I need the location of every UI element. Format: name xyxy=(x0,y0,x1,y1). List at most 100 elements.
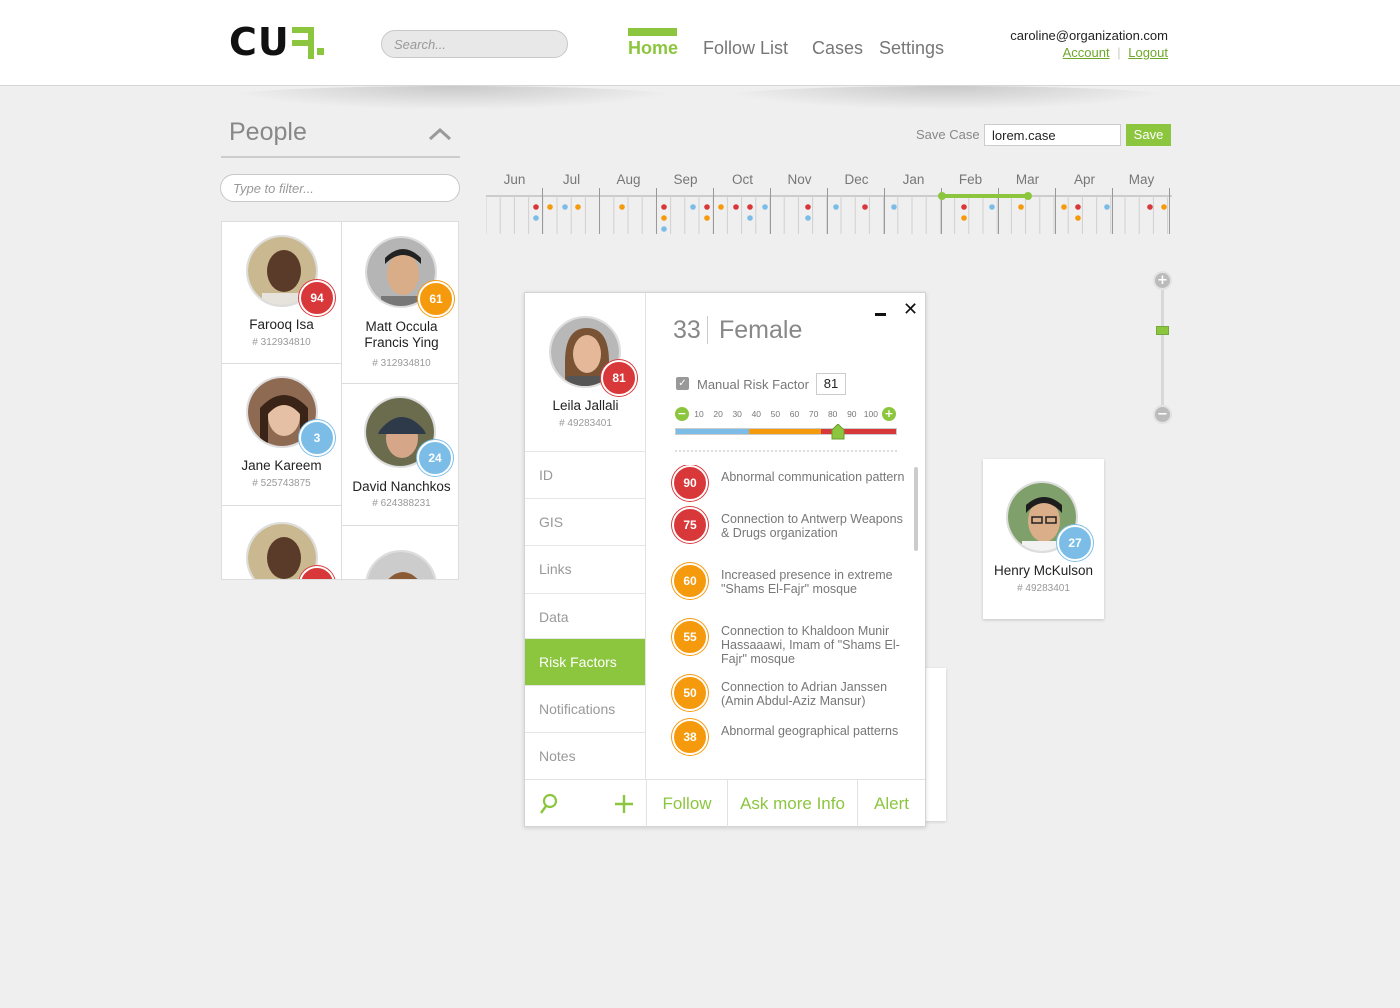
zoom-handle[interactable] xyxy=(1156,326,1169,335)
tab-data[interactable]: Data xyxy=(525,593,645,640)
person-id: # 525743875 xyxy=(252,478,311,489)
timeline-event-dot[interactable] xyxy=(661,226,667,232)
ask-more-info-button[interactable]: Ask more Info xyxy=(727,780,857,827)
tab-risk-factors[interactable]: Risk Factors xyxy=(525,638,645,685)
nav-settings[interactable]: Settings xyxy=(879,38,944,59)
person-card-henry[interactable]: 27 Henry McKulson # 49283401 xyxy=(983,459,1104,619)
timeline-event-dot[interactable] xyxy=(704,204,710,210)
person-name: Leila Jallali xyxy=(552,398,619,413)
risk-factor-item[interactable]: 55 Connection to Khaldoon Munir Hassaaawi… xyxy=(670,619,910,671)
risk-score-badge: 38 xyxy=(672,719,708,755)
timeline-event-dot[interactable] xyxy=(575,204,581,210)
tab-notes[interactable]: Notes xyxy=(525,732,645,779)
risk-score-badge: 75 xyxy=(672,507,708,543)
timeline-event-dot[interactable] xyxy=(1147,204,1153,210)
risk-factor-text: Connection to Antwerp Weapons & Drugs or… xyxy=(721,512,903,540)
person-name: Matt Occula Francis Ying xyxy=(364,319,439,350)
timeline-event-dot[interactable] xyxy=(747,204,753,210)
risk-factor-text: Increased presence in extreme "Shams El-… xyxy=(721,568,893,596)
person-card[interactable]: 24 David Nanchkos # 624388231 xyxy=(342,384,458,526)
minimize-icon[interactable] xyxy=(875,313,886,316)
add-icon[interactable] xyxy=(614,794,634,814)
timeline-event-dot[interactable] xyxy=(805,215,811,221)
search-icon[interactable] xyxy=(539,793,559,815)
risk-decrease-button[interactable]: − xyxy=(675,407,689,421)
zoom-track[interactable] xyxy=(1161,288,1164,406)
nav-follow-list[interactable]: Follow List xyxy=(703,38,788,59)
header-shadow-right xyxy=(712,86,1182,110)
timeline-event-dot[interactable] xyxy=(833,204,839,210)
risk-list-scrollbar[interactable] xyxy=(914,467,918,551)
timeline-event-dot[interactable] xyxy=(562,204,568,210)
risk-scale-bar[interactable] xyxy=(675,428,897,435)
timeline-range-handle[interactable] xyxy=(1024,192,1032,200)
timeline-event-dot[interactable] xyxy=(1075,204,1081,210)
timeline-event-dot[interactable] xyxy=(1061,204,1067,210)
zoom-out-button[interactable]: − xyxy=(1153,405,1172,424)
alert-button[interactable]: Alert xyxy=(857,780,925,827)
risk-factor-item[interactable]: 75 Connection to Antwerp Weapons & Drugs … xyxy=(670,507,910,559)
save-button[interactable]: Save xyxy=(1126,124,1171,146)
timeline-event-dot[interactable] xyxy=(1018,204,1024,210)
case-name-input[interactable]: lorem.case xyxy=(984,124,1121,146)
timeline-range-handle[interactable] xyxy=(938,192,946,200)
people-filter-input[interactable]: Type to filter... xyxy=(220,174,460,202)
timeline-event-dot[interactable] xyxy=(762,204,768,210)
timeline-event-dot[interactable] xyxy=(862,204,868,210)
person-card[interactable]: 94 Farooq Isa # 312934810 xyxy=(222,222,341,364)
risk-increase-button[interactable]: + xyxy=(882,407,896,421)
timeline-event-dot[interactable] xyxy=(704,215,710,221)
risk-factor-list[interactable]: 90 Abnormal communication pattern 75 Connec… xyxy=(670,465,915,775)
person-card[interactable]: 3 Jane Kareem # 525743875 xyxy=(222,364,341,506)
timeline-event-dot[interactable] xyxy=(1161,204,1167,210)
timeline-event-dot[interactable] xyxy=(961,204,967,210)
person-card[interactable] xyxy=(342,526,458,579)
nav-cases[interactable]: Cases xyxy=(812,38,863,59)
search-input[interactable]: Search... xyxy=(381,30,568,58)
timeline-event-dot[interactable] xyxy=(661,215,667,221)
timeline-event-dot[interactable] xyxy=(533,215,539,221)
tab-links[interactable]: Links xyxy=(525,545,645,592)
timeline-event-dot[interactable] xyxy=(661,204,667,210)
tab-gis[interactable]: GIS xyxy=(525,498,645,545)
timeline-event-dot[interactable] xyxy=(547,204,553,210)
risk-factor-text: Abnormal communication pattern xyxy=(721,470,905,484)
timeline-event-dot[interactable] xyxy=(961,215,967,221)
timeline-event-dot[interactable] xyxy=(805,204,811,210)
timeline-event-dot[interactable] xyxy=(718,204,724,210)
timeline-event-dot[interactable] xyxy=(1104,204,1110,210)
logout-link[interactable]: Logout xyxy=(1128,45,1168,60)
chevron-up-icon[interactable] xyxy=(428,126,452,142)
timeline-event-dot[interactable] xyxy=(690,204,696,210)
timeline-event-dot[interactable] xyxy=(1075,215,1081,221)
follow-button[interactable]: Follow xyxy=(646,780,727,827)
person-card[interactable] xyxy=(222,506,341,579)
manual-risk-input[interactable]: 81 xyxy=(816,373,846,395)
timeline-event-dot[interactable] xyxy=(619,204,625,210)
risk-factor-item[interactable]: 60 Increased presence in extreme "Shams E… xyxy=(670,563,910,615)
timeline-event-dot[interactable] xyxy=(989,204,995,210)
close-icon[interactable]: ✕ xyxy=(903,299,918,320)
risk-scale-number: 10 xyxy=(694,409,704,419)
timeline-event-dot[interactable] xyxy=(733,204,739,210)
person-id: # 312934810 xyxy=(372,358,431,369)
manual-risk-checkbox[interactable]: ✓ xyxy=(676,377,689,390)
person-detail-dialog: 81 Leila Jallali # 49283401 ID GIS Links… xyxy=(524,292,926,827)
avatar xyxy=(365,550,437,579)
person-name: David Nanchkos xyxy=(352,479,451,494)
tab-notifications[interactable]: Notifications xyxy=(525,685,645,732)
zoom-in-button[interactable]: + xyxy=(1153,271,1172,290)
timeline-event-dot[interactable] xyxy=(533,204,539,210)
app-logo[interactable]: CU xyxy=(229,22,324,62)
account-link[interactable]: Account xyxy=(1063,45,1110,60)
timeline-event-dot[interactable] xyxy=(747,215,753,221)
tab-id[interactable]: ID xyxy=(525,451,645,498)
timeline-chart xyxy=(486,188,1172,234)
risk-badge: 81 xyxy=(601,360,637,396)
nav-home[interactable]: Home xyxy=(628,38,678,59)
timeline[interactable]: Jun Jul Aug Sep Oct Nov Dec Jan Feb Mar Apr May xyxy=(486,170,1172,240)
person-card[interactable]: 61 Matt Occula Francis Ying # 312934810 xyxy=(342,222,458,384)
timeline-event-dot[interactable] xyxy=(891,204,897,210)
risk-factor-item[interactable]: 38 Abnormal geographical patterns xyxy=(670,719,910,771)
risk-slider-handle[interactable] xyxy=(831,424,845,440)
